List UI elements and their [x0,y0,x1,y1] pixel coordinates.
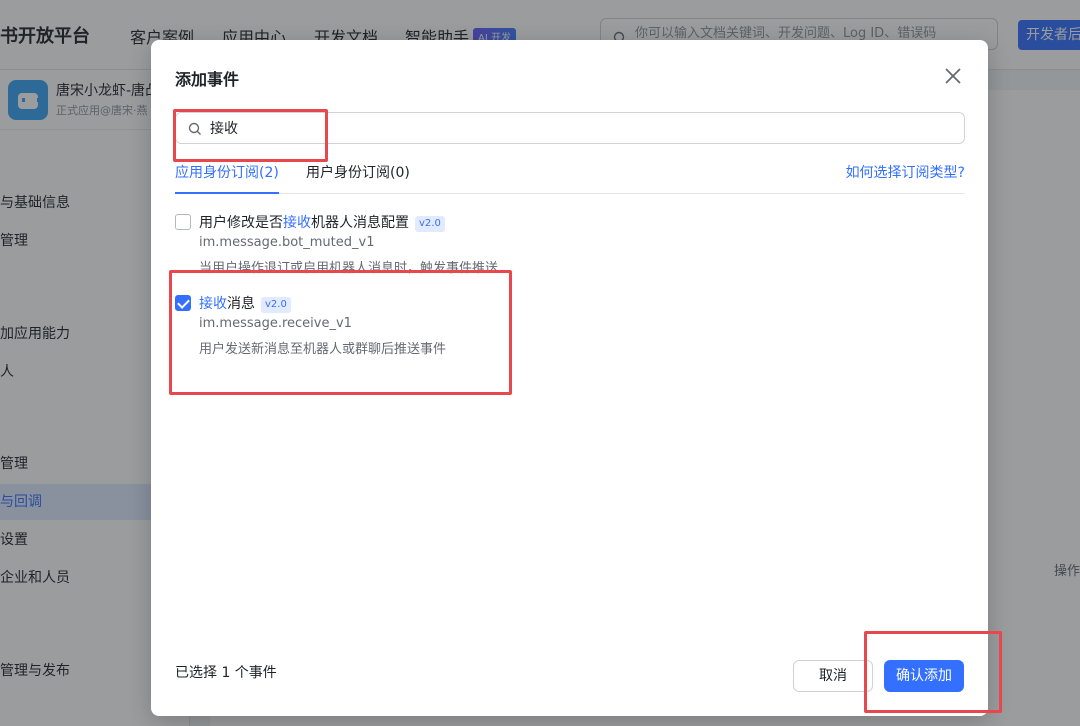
event-search-box [175,112,965,144]
event-key: im.message.receive_v1 [199,316,352,331]
search-icon [188,121,202,140]
event-key: im.message.bot_muted_v1 [199,235,375,250]
selected-count: 已选择 1 个事件 [175,665,277,681]
version-badge: v2.0 [261,297,291,313]
event-title-highlight: 接收 [199,296,227,312]
event-title-suffix: 机器人消息配置 [311,215,409,231]
event-title: 接收消息 v2.0 [199,293,291,313]
event-title-suffix: 消息 [227,296,255,312]
event-checkbox-bot-muted[interactable] [175,214,191,230]
event-title-prefix: 用户修改是否 [199,215,283,231]
event-description: 用户发送新消息至机器人或群聊后推送事件 [199,342,447,357]
close-button[interactable] [943,66,963,86]
event-title: 用户修改是否接收机器人消息配置 v2.0 [199,212,445,232]
subscription-tabs: 应用身份订阅(2) 用户身份订阅(0) 如何选择订阅类型? [175,158,965,194]
add-event-dialog: 添加事件 应用身份订阅(2) 用户身份订阅(0) 如何选择订阅类型? 用户修改是… [151,40,988,716]
event-title-highlight: 接收 [283,215,311,231]
confirm-add-button[interactable]: 确认添加 [884,660,964,692]
event-search-input[interactable] [210,117,950,139]
event-description: 当用户操作退订或启用机器人消息时，触发事件推送 [199,261,499,276]
subscription-type-help-link[interactable]: 如何选择订阅类型? [846,162,965,182]
dialog-title: 添加事件 [175,70,240,89]
event-checkbox-receive-message[interactable] [175,295,191,311]
version-badge: v2.0 [415,216,445,232]
close-icon [945,68,961,84]
tab-user-identity[interactable]: 用户身份订阅(0) [306,162,410,194]
cancel-button[interactable]: 取消 [793,660,873,692]
tab-app-identity[interactable]: 应用身份订阅(2) [175,162,279,194]
